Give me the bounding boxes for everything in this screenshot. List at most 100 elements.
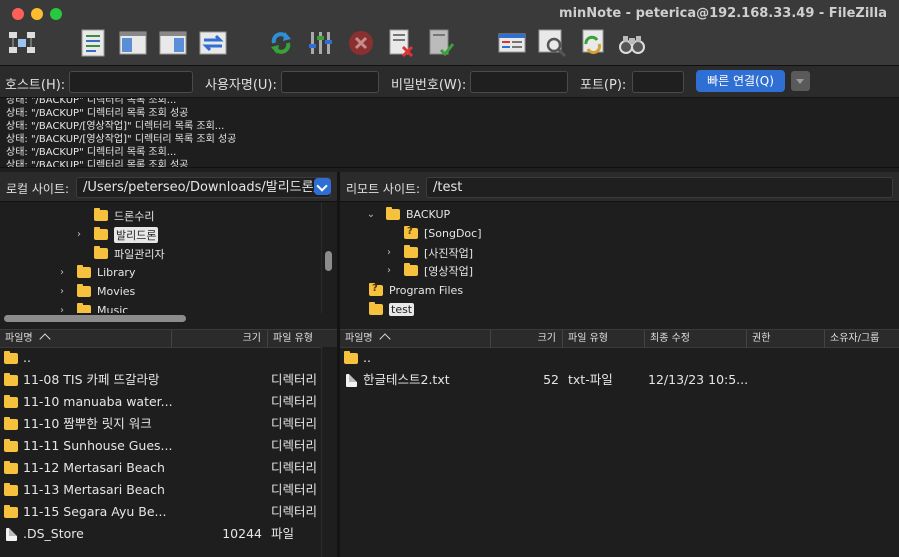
tree-item[interactable]: › [사진작업] (384, 243, 473, 262)
tree-item[interactable]: › Movies (57, 282, 135, 301)
local-path-dropdown[interactable] (314, 178, 331, 195)
search-remote-icon[interactable] (536, 27, 568, 59)
tree-chevron-icon[interactable]: ⌄ (366, 209, 376, 220)
column-header-modified[interactable]: 최종 수정 (645, 330, 747, 348)
list-item[interactable]: 11-10 manuaba water... 디렉터리 (0, 391, 321, 413)
list-item[interactable]: 11-10 짬뿌한 릿지 워크 디렉터리 (0, 413, 321, 435)
sync-browse-icon[interactable] (576, 27, 608, 59)
tree-item-label: BACKUP (406, 208, 451, 221)
tree-item[interactable]: › [영상작업] (384, 261, 473, 280)
list-item[interactable]: .. (0, 347, 321, 369)
reconnect-icon[interactable] (425, 27, 457, 59)
list-item[interactable]: 11-12 Mertasari Beach 디렉터리 (0, 457, 321, 479)
scrollbar-thumb[interactable] (325, 251, 332, 271)
list-item[interactable]: .DS_Store 10244 파일 (0, 523, 321, 545)
host-label: 호스트(H): (5, 78, 66, 93)
tree-chevron-icon[interactable]: › (384, 265, 394, 276)
list-item[interactable]: 11-08 TIS 카페 뜨갈라랑 디렉터리 (0, 369, 321, 391)
local-site-label: 로컬 사이트: (6, 182, 70, 196)
site-manager-icon[interactable] (6, 27, 38, 59)
sort-ascending-icon (38, 333, 51, 345)
tree-item-label: 드론수리 (114, 209, 155, 223)
column-header-type[interactable]: 파일 유형 (268, 330, 337, 348)
tree-item[interactable]: 드론수리 (74, 206, 154, 225)
folder-icon (77, 265, 91, 278)
list-item[interactable]: 11-15 Segara Ayu Be... 디렉터리 (0, 501, 321, 523)
host-input[interactable] (69, 71, 193, 93)
tree-item-label: 파일관리자 (114, 247, 165, 261)
folder-icon (77, 284, 91, 297)
log-line: 상태: "/BACKUP/[영상작업]" 디렉터리 목록 조회... (6, 121, 225, 132)
filter-icon[interactable] (496, 27, 528, 59)
refresh-icon[interactable] (265, 27, 297, 59)
zoom-window-button[interactable] (50, 8, 62, 20)
port-input[interactable] (632, 71, 684, 93)
find-files-icon[interactable] (616, 27, 648, 59)
column-header-name[interactable]: 파일명 (0, 330, 172, 348)
column-header-owner[interactable]: 소유자/그룹 (825, 330, 899, 348)
list-item[interactable]: 11-11 Sunhouse Gues... 디렉터리 (0, 435, 321, 457)
tree-item[interactable]: Program Files (369, 281, 463, 300)
local-list-header: 파일명 크기 파일 유형 (0, 329, 337, 348)
local-path-input[interactable]: /Users/peterseo/Downloads/발리드론/ (76, 177, 331, 198)
local-list-vscroll[interactable] (321, 347, 337, 557)
quickconnect-bar: 호스트(H): 사용자명(U): 비밀번호(W): 포트(P): 빠른 연결(Q… (0, 66, 899, 98)
remote-path-input[interactable]: /test (426, 177, 893, 198)
quickconnect-button[interactable]: 빠른 연결(Q) (696, 70, 785, 92)
user-input[interactable] (281, 71, 379, 93)
scrollbar-thumb[interactable] (4, 315, 186, 322)
column-header-name[interactable]: 파일명 (340, 330, 491, 348)
tree-chevron-icon[interactable]: › (57, 286, 67, 297)
file-type: 디렉터리 (271, 372, 318, 387)
user-label: 사용자명(U): (205, 78, 277, 93)
file-icon (346, 374, 357, 387)
column-header-label: 파일명 (345, 333, 373, 344)
transfer-queue-icon[interactable] (197, 27, 229, 59)
unknown-folder-icon (404, 226, 418, 239)
tree-item-selected[interactable]: › 발리드론 (74, 225, 159, 244)
list-item[interactable]: .. (340, 347, 899, 369)
folder-icon (4, 417, 18, 430)
column-header-type[interactable]: 파일 유형 (563, 330, 645, 348)
column-header-label: 파일명 (5, 333, 33, 344)
minimize-window-button[interactable] (31, 8, 43, 20)
log-line: 상태: "/BACKUP" 디렉터리 목록 조회... (6, 98, 177, 106)
folder-icon (404, 263, 418, 276)
quickconnect-history-dropdown[interactable] (791, 71, 810, 91)
window-title: minNote - peterica@192.168.33.49 - FileZ… (559, 6, 887, 21)
file-icon (6, 528, 17, 541)
disconnect-icon[interactable] (385, 27, 417, 59)
local-tree-vscroll[interactable] (321, 203, 337, 313)
local-tree-hscroll[interactable] (0, 313, 321, 324)
tree-item-selected[interactable]: test (369, 300, 415, 319)
file-name: 11-12 Mertasari Beach (23, 460, 165, 475)
tree-item-label: test (389, 303, 415, 316)
column-header-permissions[interactable]: 권한 (747, 330, 825, 348)
toggle-log-icon[interactable] (77, 27, 109, 59)
tree-item[interactable]: [SongDoc] (384, 224, 482, 243)
tree-chevron-icon[interactable]: › (74, 229, 84, 240)
tree-item-label: [사진작업] (424, 246, 474, 260)
tree-item[interactable]: 파일관리자 (74, 244, 165, 263)
toggle-remote-tree-icon[interactable] (157, 27, 189, 59)
password-input[interactable] (470, 71, 568, 93)
tree-chevron-icon[interactable]: › (384, 247, 394, 258)
cancel-icon[interactable] (345, 27, 377, 59)
column-header-size[interactable]: 크기 (491, 330, 563, 348)
close-window-button[interactable] (12, 8, 24, 20)
local-directory-tree[interactable]: 드론수리 › 발리드론 파일관리자 › Library › Movies › M… (0, 203, 337, 326)
file-type: 디렉터리 (271, 438, 318, 453)
message-log[interactable]: 상태: "/BACKUP" 디렉터리 목록 조회... 상태: "/BACKUP… (0, 98, 899, 168)
tree-chevron-icon[interactable]: › (57, 267, 67, 278)
process-queue-icon[interactable] (305, 27, 337, 59)
tree-item[interactable]: ⌄ BACKUP (366, 205, 450, 224)
column-header-size[interactable]: 크기 (172, 330, 268, 348)
remote-directory-tree[interactable]: ⌄ BACKUP [SongDoc] › [사진작업] › [영상작업] Pro… (340, 203, 899, 326)
tree-item[interactable]: › Library (57, 263, 135, 282)
toggle-local-tree-icon[interactable] (117, 27, 149, 59)
list-item[interactable]: 한글테스트2.txt 52 txt-파일 12/13/23 10:5... (340, 369, 899, 391)
file-name: .. (363, 350, 371, 365)
list-item[interactable]: 11-13 Mertasari Beach 디렉터리 (0, 479, 321, 501)
log-line: 상태: "/BACKUP" 디렉터리 목록 조회... (6, 147, 177, 158)
local-path-bar: 로컬 사이트: /Users/peterseo/Downloads/발리드론/ (0, 172, 337, 202)
